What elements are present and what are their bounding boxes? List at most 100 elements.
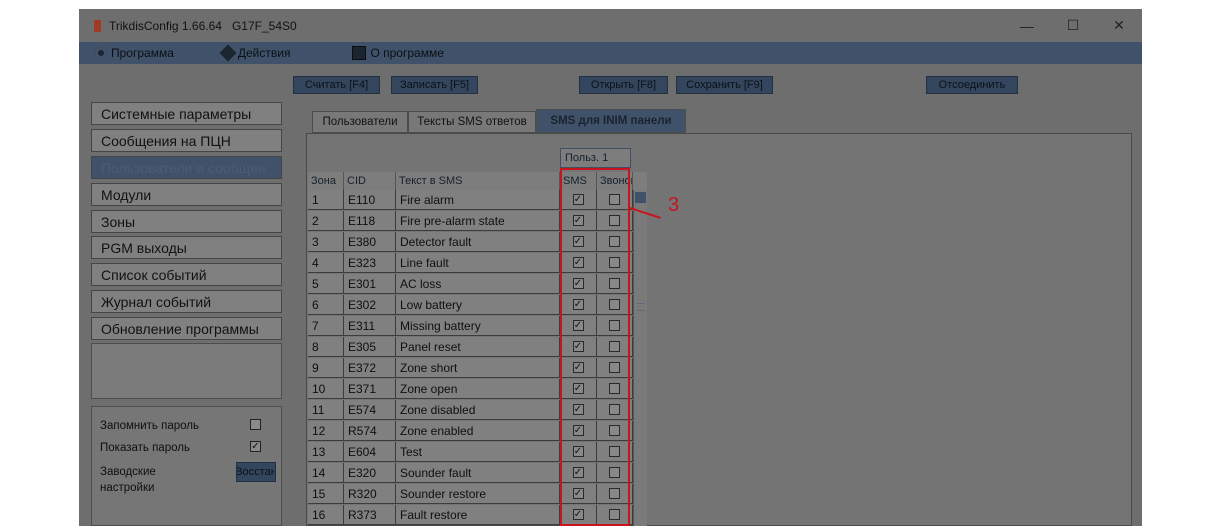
table-row[interactable]: 2 E118 Fire pre-alarm state ✓ — [308, 211, 647, 232]
table-row[interactable]: 8 E305 Panel reset ✓ — [308, 337, 647, 358]
call-checkbox[interactable] — [609, 446, 620, 457]
sms-checkbox[interactable]: ✓ — [572, 383, 584, 394]
sms-text-cell[interactable]: Low battery — [396, 295, 560, 315]
call-checkbox[interactable] — [609, 509, 620, 520]
zone-cell[interactable]: 7 — [308, 316, 344, 336]
scroll-up-arrow-icon[interactable] — [635, 192, 646, 203]
table-row[interactable]: 15 R320 Sounder restore ✓ — [308, 484, 647, 505]
nav-modules[interactable]: Модули — [91, 183, 282, 206]
table-row[interactable]: 14 E320 Sounder fault ✓ — [308, 463, 647, 484]
col-sms-header[interactable]: SMS — [560, 172, 597, 190]
cid-cell[interactable]: E311 — [344, 316, 396, 336]
tab-sms-inim-panel[interactable]: SMS для INIM панели — [536, 109, 686, 133]
table-row[interactable]: 12 R574 Zone enabled ✓ — [308, 421, 647, 442]
sms-text-cell[interactable]: Panel reset — [396, 337, 560, 357]
call-checkbox[interactable] — [609, 320, 620, 331]
sms-text-cell[interactable]: Missing battery — [396, 316, 560, 336]
sms-checkbox[interactable]: ✓ — [572, 446, 584, 457]
call-checkbox[interactable] — [609, 341, 620, 352]
menu-actions[interactable]: Действия — [219, 44, 290, 62]
call-checkbox[interactable] — [609, 299, 620, 310]
sms-checkbox[interactable]: ✓ — [572, 467, 584, 478]
sms-checkbox[interactable]: ✓ — [572, 320, 584, 331]
sms-text-cell[interactable]: AC loss — [396, 274, 560, 294]
nav-event-list[interactable]: Список событий — [91, 263, 282, 286]
sms-text-cell[interactable]: Line fault — [396, 253, 560, 273]
menu-about[interactable]: О программе — [352, 46, 444, 60]
table-scrollbar[interactable] — [633, 190, 647, 526]
zone-cell[interactable]: 8 — [308, 337, 344, 357]
sms-checkbox[interactable]: ✓ — [572, 194, 584, 205]
cid-cell[interactable]: E323 — [344, 253, 396, 273]
cid-cell[interactable]: E320 — [344, 463, 396, 483]
zone-cell[interactable]: 12 — [308, 421, 344, 441]
sms-checkbox[interactable]: ✓ — [572, 236, 584, 247]
call-checkbox[interactable] — [609, 404, 620, 415]
call-checkbox[interactable] — [609, 425, 620, 436]
nav-users-messages[interactable]: Пользователи и сообщен — [91, 156, 282, 179]
sms-text-cell[interactable]: Fire alarm — [396, 190, 560, 210]
tab-users[interactable]: Пользователи — [312, 111, 408, 133]
table-row[interactable]: 5 E301 AC loss ✓ — [308, 274, 647, 295]
sms-checkbox[interactable]: ✓ — [572, 425, 584, 436]
zone-cell[interactable]: 16 — [308, 505, 344, 525]
col-cid-header[interactable]: CID — [344, 172, 396, 190]
sms-checkbox[interactable]: ✓ — [572, 509, 584, 520]
sms-checkbox[interactable]: ✓ — [572, 299, 584, 310]
sms-checkbox[interactable]: ✓ — [572, 362, 584, 373]
nav-firmware-update[interactable]: Обновление программы — [91, 317, 282, 340]
sms-text-cell[interactable]: Fault restore — [396, 505, 560, 525]
sms-text-cell[interactable]: Sounder fault — [396, 463, 560, 483]
show-password-checkbox[interactable]: ✓ — [250, 441, 261, 452]
zone-cell[interactable]: 9 — [308, 358, 344, 378]
cid-cell[interactable]: E302 — [344, 295, 396, 315]
table-row[interactable]: 16 R373 Fault restore ✓ — [308, 505, 647, 526]
menu-program[interactable]: Программа — [95, 46, 174, 60]
sms-checkbox[interactable]: ✓ — [572, 278, 584, 289]
sms-text-cell[interactable]: Test — [396, 442, 560, 462]
cid-cell[interactable]: R320 — [344, 484, 396, 504]
call-checkbox[interactable] — [609, 215, 620, 226]
call-checkbox[interactable] — [609, 362, 620, 373]
tab-sms-reply-texts[interactable]: Тексты SMS ответов — [408, 111, 536, 133]
minimize-button[interactable]: — — [1004, 9, 1050, 42]
cid-cell[interactable]: E372 — [344, 358, 396, 378]
sms-text-cell[interactable]: Sounder restore — [396, 484, 560, 504]
nav-pgm-outputs[interactable]: PGM выходы — [91, 236, 282, 259]
maximize-button[interactable]: ☐ — [1050, 9, 1096, 42]
cid-cell[interactable]: E110 — [344, 190, 396, 210]
sms-checkbox[interactable]: ✓ — [572, 404, 584, 415]
open-button[interactable]: Открыть [F8] — [579, 76, 668, 94]
sms-text-cell[interactable]: Fire pre-alarm state — [396, 211, 560, 231]
call-checkbox[interactable] — [609, 488, 620, 499]
cid-cell[interactable]: E371 — [344, 379, 396, 399]
zone-cell[interactable]: 1 — [308, 190, 344, 210]
sms-text-cell[interactable]: Zone short — [396, 358, 560, 378]
cid-cell[interactable]: R574 — [344, 421, 396, 441]
call-checkbox[interactable] — [609, 467, 620, 478]
sms-text-cell[interactable]: Detector fault — [396, 232, 560, 252]
cid-cell[interactable]: R373 — [344, 505, 396, 525]
zone-cell[interactable]: 5 — [308, 274, 344, 294]
scroll-grip-icon[interactable] — [637, 303, 645, 311]
table-row[interactable]: 11 E574 Zone disabled ✓ — [308, 400, 647, 421]
sms-text-cell[interactable]: Zone disabled — [396, 400, 560, 420]
zone-cell[interactable]: 2 — [308, 211, 344, 231]
table-row[interactable]: 13 E604 Test ✓ — [308, 442, 647, 463]
cid-cell[interactable]: E118 — [344, 211, 396, 231]
cid-cell[interactable]: E604 — [344, 442, 396, 462]
call-checkbox[interactable] — [609, 257, 620, 268]
call-checkbox[interactable] — [609, 236, 620, 247]
sms-checkbox[interactable]: ✓ — [572, 257, 584, 268]
cid-cell[interactable]: E301 — [344, 274, 396, 294]
col-sms-text-header[interactable]: Текст в SMS — [396, 172, 560, 190]
save-button[interactable]: Сохранить [F9] — [676, 76, 773, 94]
call-checkbox[interactable] — [609, 278, 620, 289]
sms-checkbox[interactable]: ✓ — [572, 488, 584, 499]
col-call-header[interactable]: Звонок — [597, 172, 633, 190]
restore-button[interactable]: Восстан — [236, 462, 276, 482]
zone-cell[interactable]: 4 — [308, 253, 344, 273]
sms-text-cell[interactable]: Zone enabled — [396, 421, 560, 441]
read-button[interactable]: Считать [F4] — [293, 76, 380, 94]
table-row[interactable]: 9 E372 Zone short ✓ — [308, 358, 647, 379]
